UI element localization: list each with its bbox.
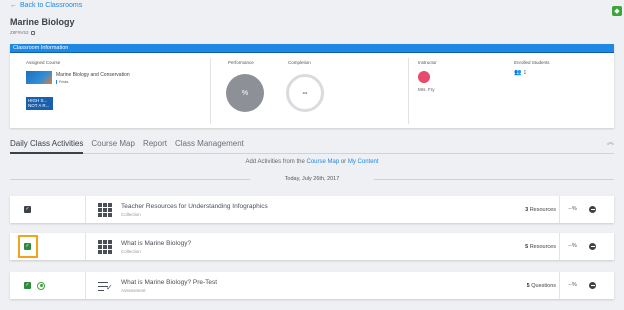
- divider: [408, 58, 409, 124]
- course-tag: Frisks: [56, 79, 130, 84]
- date-label: Today, July 26th, 2017: [284, 176, 340, 182]
- activity-count: 3 Resources: [525, 206, 556, 213]
- instructor-label: Instructor: [418, 60, 437, 65]
- course-thumbnail[interactable]: [26, 71, 52, 84]
- activity-checkbox-cell: ✓: [10, 196, 86, 223]
- activity-info: Teacher Resources for Understanding Info…: [121, 203, 508, 217]
- activity-percent: --%: [559, 196, 585, 223]
- instructor-name: Mrs. Fry: [418, 87, 435, 92]
- classroom-title: Marine Biology: [10, 17, 75, 27]
- activity-title[interactable]: What is Marine Biology? Pre-Test: [121, 279, 508, 286]
- activity-count: 5 Questions: [526, 282, 556, 289]
- classroom-info-header: Classroom Information: [10, 44, 614, 53]
- activity-row[interactable]: ✓ What is Marine Biology? Collection 5 R…: [10, 233, 614, 260]
- classroom-info-card: Classroom Information Assigned Course Ma…: [10, 44, 614, 128]
- activity-type: Collection: [121, 211, 141, 217]
- assigned-course-label: Assigned Course: [26, 60, 61, 65]
- back-to-classrooms-link[interactable]: ← Back to Classrooms: [10, 2, 82, 9]
- date-divider: Today, July 26th, 2017: [10, 171, 614, 187]
- activity-checkbox[interactable]: ✓: [24, 282, 31, 289]
- instructor-avatar: [418, 71, 430, 83]
- activity-info: What is Marine Biology? Pre-Test Assessm…: [121, 279, 508, 293]
- assessment-icon: ✓: [98, 279, 113, 293]
- activity-info: What is Marine Biology? Collection: [121, 240, 508, 254]
- remove-circle-icon[interactable]: [589, 206, 596, 213]
- completion-circle: --: [286, 74, 324, 112]
- activity-type: Collection: [121, 248, 141, 254]
- activity-title[interactable]: What is Marine Biology?: [121, 240, 508, 247]
- activity-checkbox-cell: ✓: [10, 272, 86, 299]
- corner-expand-button[interactable]: ◆: [612, 6, 622, 16]
- activity-type: Assessment: [121, 287, 146, 293]
- add-activities-line: Add Activities from the Course Map or My…: [245, 159, 379, 165]
- grid-icon: [98, 239, 113, 254]
- course-name[interactable]: Marine Biology and Conservation: [56, 72, 130, 78]
- grid-icon: [98, 202, 113, 217]
- performance-label: Performance: [228, 60, 254, 65]
- activity-checkbox-cell: ✓: [10, 233, 86, 260]
- diamond-arrow-icon: ◆: [614, 8, 620, 15]
- people-icon: 👥: [514, 70, 522, 76]
- tab-daily-class-activities[interactable]: Daily Class Activities: [10, 138, 84, 154]
- tab-class-management[interactable]: Class Management: [175, 138, 244, 154]
- completion-label: Completion: [288, 60, 311, 65]
- enrolled-students-count[interactable]: 👥 1: [514, 69, 526, 77]
- remove-circle-icon[interactable]: [589, 243, 596, 250]
- checkbox-highlight: [18, 235, 38, 258]
- activity-checkbox[interactable]: ✓: [24, 206, 31, 213]
- tab-report[interactable]: Report: [143, 138, 167, 154]
- tabs-bar: Daily Class Activities Course Map Report…: [10, 138, 614, 154]
- assigned-course-section: Assigned Course Marine Biology and Conse…: [26, 60, 130, 110]
- activity-row[interactable]: ✓ Teacher Resources for Understanding In…: [10, 196, 614, 223]
- back-label: Back to Classrooms: [20, 2, 83, 9]
- hs-course-thumbnail[interactable]: HIGH S... NOT A R...: [26, 97, 53, 110]
- activity-row[interactable]: ✓ ✓ What is Marine Biology? Pre-Test Ass…: [10, 272, 614, 299]
- collapse-chevron-icon[interactable]: ︽: [607, 137, 614, 147]
- copy-icon[interactable]: [30, 30, 35, 35]
- enrolled-students-label: Enrolled Students: [514, 60, 550, 65]
- tab-course-map[interactable]: Course Map: [91, 138, 135, 154]
- activity-count: 5 Resources: [525, 243, 556, 250]
- target-icon[interactable]: [37, 281, 45, 290]
- activity-percent: --%: [559, 233, 585, 260]
- activity-title[interactable]: Teacher Resources for Understanding Info…: [121, 203, 508, 210]
- divider: [210, 58, 211, 124]
- performance-circle: %: [226, 74, 264, 112]
- remove-circle-icon[interactable]: [589, 282, 596, 289]
- course-map-link[interactable]: Course Map: [306, 159, 339, 165]
- classroom-code: Z8F9V53: [10, 30, 35, 35]
- arrow-left-icon: ←: [10, 2, 17, 9]
- activity-percent: --%: [559, 272, 585, 299]
- my-content-link[interactable]: My Content: [348, 159, 379, 165]
